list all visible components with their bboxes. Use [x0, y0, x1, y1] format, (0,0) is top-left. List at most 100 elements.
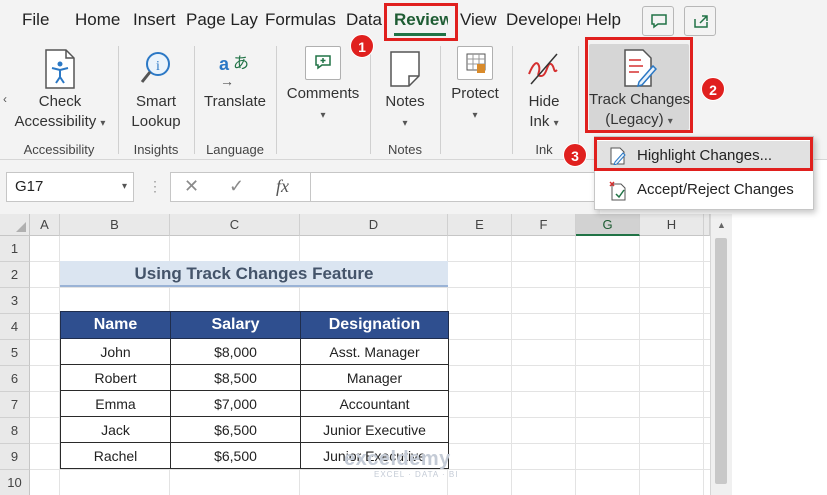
watermark-logo: exceldemy: [344, 448, 451, 470]
group-insights-label: Insights: [133, 142, 179, 157]
sheet-title-cell[interactable]: Using Track Changes Feature: [60, 261, 448, 287]
column-header-a[interactable]: A: [30, 214, 60, 236]
column-header-c[interactable]: C: [170, 214, 300, 236]
tab-file[interactable]: File: [22, 10, 52, 30]
step-badge-1: 1: [350, 34, 374, 58]
comments-pane-button[interactable]: [642, 6, 674, 36]
column-header-h[interactable]: H: [640, 214, 704, 236]
comments-button[interactable]: Comments ▾: [282, 46, 364, 126]
ribbon-separator: [276, 46, 277, 154]
header-designation[interactable]: Designation: [300, 311, 449, 339]
accessibility-icon: [45, 49, 75, 89]
protect-icon-frame: [457, 46, 493, 80]
chevron-down-icon: ▾: [472, 110, 478, 121]
chevron-down-icon: ▾: [100, 118, 106, 129]
cell-salary[interactable]: $7,000: [170, 390, 301, 417]
step-badge-3: 3: [563, 143, 587, 167]
cell-designation[interactable]: Manager: [300, 364, 449, 391]
cell-salary[interactable]: $6,500: [170, 416, 301, 443]
name-box-value: G17: [15, 178, 44, 195]
column-header-b[interactable]: B: [60, 214, 170, 236]
comments-label: Comments: [286, 85, 360, 102]
tab-help[interactable]: Help: [586, 10, 626, 30]
cell-salary[interactable]: $8,000: [170, 338, 301, 365]
hide-ink-button[interactable]: Hide Ink ▾: [518, 48, 570, 134]
check-accessibility-label: Check Accessibility: [14, 93, 97, 130]
formula-input[interactable]: [310, 172, 600, 202]
column-header-d[interactable]: D: [300, 214, 448, 236]
cell-name[interactable]: Rachel: [60, 442, 171, 469]
excel-window: File Home Insert Page Layout Formulas Da…: [0, 0, 827, 495]
check-accessibility-button[interactable]: Check Accessibility ▾: [8, 48, 112, 134]
row-header[interactable]: 8: [0, 418, 30, 444]
chevron-down-icon: ▾: [553, 118, 559, 129]
cell-designation[interactable]: Accountant: [300, 390, 449, 417]
insert-function-button[interactable]: fx: [276, 176, 289, 197]
name-box[interactable]: G17 ▾: [6, 172, 134, 202]
tab-developer[interactable]: Developer: [506, 10, 580, 30]
column-header-e[interactable]: E: [448, 214, 512, 236]
header-salary[interactable]: Salary: [170, 311, 301, 339]
smart-lookup-icon: i: [140, 52, 170, 83]
cell-name[interactable]: John: [60, 338, 171, 365]
new-comment-icon: [315, 55, 331, 70]
chevron-down-icon[interactable]: ▾: [122, 181, 127, 192]
share-icon: [694, 15, 708, 28]
menu-item-label: Accept/Reject Changes: [637, 181, 794, 198]
row-header[interactable]: 7: [0, 392, 30, 418]
select-all-corner[interactable]: [0, 214, 30, 236]
gridline: [30, 287, 710, 288]
accept-reject-icon: [609, 181, 626, 201]
scroll-up-icon[interactable]: ▲: [717, 220, 726, 230]
column-header-f[interactable]: F: [512, 214, 576, 236]
ribbon-separator: [578, 46, 579, 154]
cell-designation[interactable]: Junior Executive: [300, 416, 449, 443]
cell-salary[interactable]: $8,500: [170, 364, 301, 391]
row-header[interactable]: 3: [0, 288, 30, 314]
chevron-down-icon: ▾: [402, 118, 408, 129]
protect-label: Protect: [451, 85, 499, 102]
row-header[interactable]: 1: [0, 236, 30, 262]
enter-icon[interactable]: ✓: [229, 176, 244, 197]
cell-designation[interactable]: Asst. Manager: [300, 338, 449, 365]
smart-lookup-label: Smart Lookup: [131, 93, 181, 130]
tab-data[interactable]: Data: [346, 10, 382, 30]
cell-name[interactable]: Robert: [60, 364, 171, 391]
cancel-icon[interactable]: ✕: [184, 176, 199, 197]
scrollbar-thumb[interactable]: [715, 238, 727, 484]
group-notes-label: Notes: [388, 142, 422, 157]
more-options-icon: ⋮: [148, 178, 162, 194]
row-header[interactable]: 9: [0, 444, 30, 470]
row-header[interactable]: 10: [0, 470, 30, 495]
chevron-down-icon: ▾: [320, 110, 326, 121]
row-header[interactable]: 5: [0, 340, 30, 366]
tab-home[interactable]: Home: [75, 10, 121, 30]
svg-text:あ: あ: [233, 53, 249, 72]
row-header[interactable]: 6: [0, 366, 30, 392]
translate-button[interactable]: a あ → Translate: [200, 48, 270, 112]
row-header[interactable]: 2: [0, 262, 30, 288]
ribbon-separator: [118, 46, 119, 154]
share-button[interactable]: [684, 6, 716, 36]
tab-page-layout[interactable]: Page Layout: [186, 10, 258, 30]
cell-salary[interactable]: $6,500: [170, 442, 301, 469]
column-header-g[interactable]: G: [576, 214, 640, 236]
notes-button[interactable]: Notes ▾: [378, 48, 432, 134]
tab-insert[interactable]: Insert: [133, 10, 179, 30]
header-name[interactable]: Name: [60, 311, 171, 339]
menu-item-accept-reject-changes[interactable]: Accept/Reject Changes: [595, 175, 813, 205]
cell-name[interactable]: Jack: [60, 416, 171, 443]
ribbon-scroll-left-icon[interactable]: ‹: [3, 92, 7, 106]
vertical-scrollbar[interactable]: ▲: [710, 214, 732, 495]
svg-text:i: i: [156, 59, 160, 74]
tab-view[interactable]: View: [460, 10, 498, 30]
ribbon-separator: [440, 46, 441, 154]
group-accessibility-label: Accessibility: [23, 142, 95, 157]
row-header[interactable]: 4: [0, 314, 30, 340]
cell-name[interactable]: Emma: [60, 390, 171, 417]
note-icon: [390, 51, 420, 87]
svg-text:a: a: [219, 54, 230, 74]
smart-lookup-button[interactable]: i Smart Lookup: [126, 48, 186, 132]
protect-button[interactable]: Protect ▾: [446, 46, 504, 126]
tab-formulas[interactable]: Formulas: [265, 10, 337, 30]
